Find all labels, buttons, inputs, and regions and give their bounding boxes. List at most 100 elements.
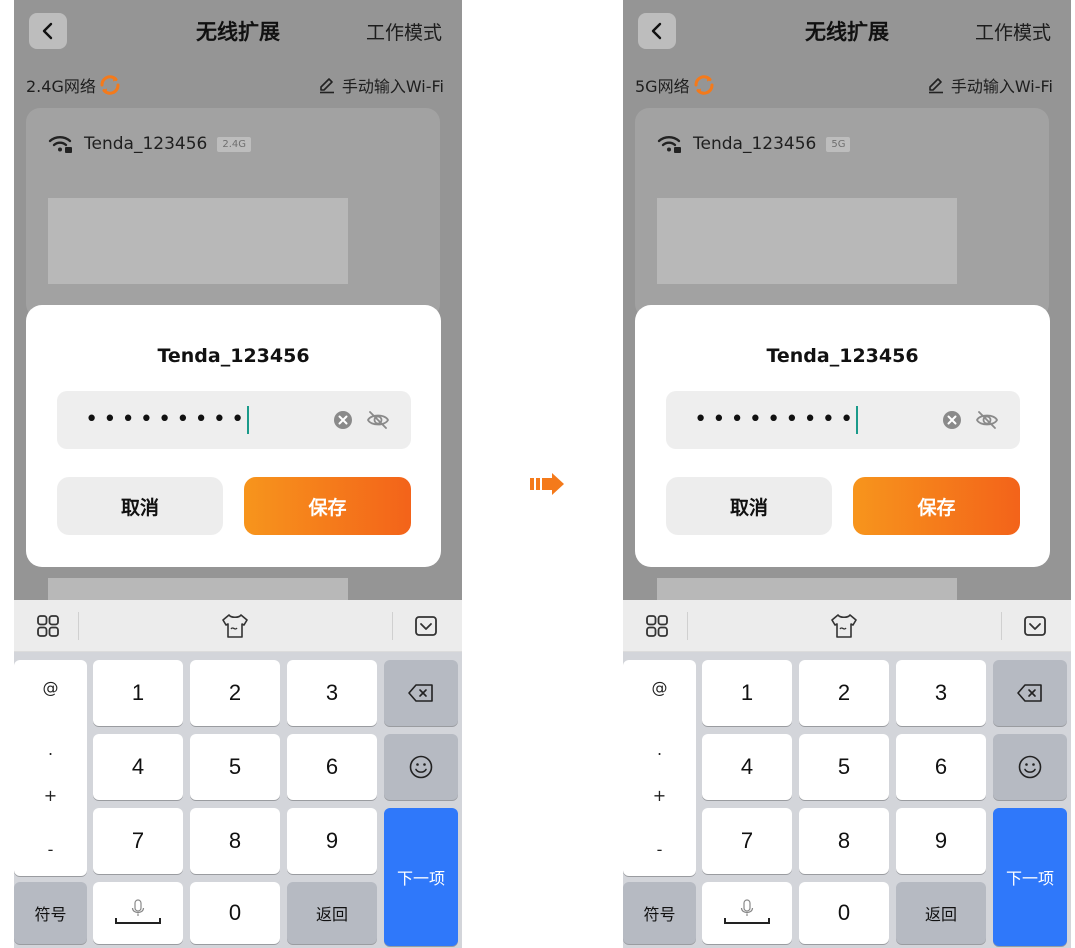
save-button[interactable]: 保存: [853, 477, 1020, 535]
key-3[interactable]: 3: [287, 660, 377, 726]
symbol-key-minus[interactable]: -: [623, 840, 696, 859]
symbol-column[interactable]: @ . + -: [14, 660, 87, 876]
password-input[interactable]: •••••••••: [57, 391, 411, 449]
symbol-key-at[interactable]: @: [623, 678, 696, 697]
password-dialog: Tenda_123456 ••••••••• 取消 保存: [26, 305, 441, 567]
clear-icon[interactable]: [941, 409, 963, 431]
key-5[interactable]: 5: [799, 734, 889, 800]
text-caret: [856, 406, 859, 434]
save-button[interactable]: 保存: [244, 477, 411, 535]
eye-off-icon[interactable]: [974, 407, 1000, 433]
eye-off-icon[interactable]: [365, 407, 391, 433]
placeholder-block: [48, 198, 348, 284]
band-switch[interactable]: 2.4G网络: [26, 72, 122, 98]
key-2[interactable]: 2: [190, 660, 280, 726]
backspace-icon: [408, 684, 433, 702]
dialog-title: Tenda_123456: [766, 345, 919, 367]
manual-wifi-label: 手动输入Wi-Fi: [341, 77, 444, 96]
key-1[interactable]: 1: [702, 660, 792, 726]
key-7[interactable]: 7: [702, 808, 792, 874]
edit-icon: [928, 78, 943, 94]
placeholder-strip: [48, 578, 348, 600]
emoji-key[interactable]: [384, 734, 458, 800]
wifi-lock-icon: [657, 136, 681, 153]
password-value: •••••••••: [694, 406, 859, 434]
network-row[interactable]: Tenda_123456 5G: [657, 134, 851, 154]
keyboard-hide-icon[interactable]: [414, 614, 438, 638]
band-tag: 5G: [826, 136, 851, 152]
top-bar: 无线扩展 工作模式: [623, 0, 1071, 62]
work-mode-link[interactable]: 工作模式: [975, 18, 1051, 45]
clear-icon[interactable]: [332, 409, 354, 431]
symbol-column[interactable]: @ . + -: [623, 660, 696, 876]
key-0[interactable]: 0: [799, 882, 889, 944]
next-key[interactable]: 下一项: [384, 808, 458, 946]
key-3[interactable]: 3: [896, 660, 986, 726]
numeric-keyboard: @ . + - 1 2 3 4 5 6 7 8 9 下一项 符号 0 返回: [623, 652, 1071, 948]
symbol-key-at[interactable]: @: [14, 678, 87, 697]
grid-menu-icon[interactable]: [36, 614, 60, 638]
symbol-key-dot[interactable]: .: [14, 740, 87, 759]
backspace-icon: [1017, 684, 1042, 702]
manual-wifi-link[interactable]: 手动输入Wi-Fi: [927, 72, 1053, 98]
key-6[interactable]: 6: [896, 734, 986, 800]
symbol-key-plus[interactable]: +: [623, 786, 696, 805]
cancel-button[interactable]: 取消: [57, 477, 223, 535]
backspace-key[interactable]: [384, 660, 458, 726]
network-card: Tenda_123456 2.4G: [26, 108, 440, 318]
network-ssid: Tenda_123456: [693, 134, 817, 154]
symbol-key-plus[interactable]: +: [14, 786, 87, 805]
cancel-button[interactable]: 取消: [666, 477, 832, 535]
skin-shirt-icon[interactable]: [220, 612, 250, 640]
backspace-key[interactable]: [993, 660, 1067, 726]
emoji-icon: [409, 755, 433, 779]
manual-wifi-label: 手动输入Wi-Fi: [950, 77, 1053, 96]
edit-icon: [319, 78, 334, 94]
symbols-key[interactable]: 符号: [623, 882, 696, 944]
key-6[interactable]: 6: [287, 734, 377, 800]
key-5[interactable]: 5: [190, 734, 280, 800]
band-label: 5G网络: [635, 77, 690, 96]
phone-screen-5g: 无线扩展 工作模式 5G网络 手动输入Wi-Fi Tenda_123456 5G…: [623, 0, 1071, 948]
toolbar-divider: [392, 612, 393, 640]
key-9[interactable]: 9: [896, 808, 986, 874]
key-8[interactable]: 8: [190, 808, 280, 874]
key-4[interactable]: 4: [702, 734, 792, 800]
return-key[interactable]: 返回: [896, 882, 986, 944]
symbol-key-minus[interactable]: -: [14, 840, 87, 859]
keyboard-toolbar: [14, 600, 462, 652]
band-tag: 2.4G: [217, 136, 251, 152]
key-9[interactable]: 9: [287, 808, 377, 874]
network-row[interactable]: Tenda_123456 2.4G: [48, 134, 251, 154]
keyboard-hide-icon[interactable]: [1023, 614, 1047, 638]
toolbar-divider: [1001, 612, 1002, 640]
text-caret: [247, 406, 250, 434]
next-key[interactable]: 下一项: [993, 808, 1067, 946]
microphone-space-icon: [115, 899, 161, 924]
key-1[interactable]: 1: [93, 660, 183, 726]
symbols-key[interactable]: 符号: [14, 882, 87, 944]
manual-wifi-link[interactable]: 手动输入Wi-Fi: [318, 72, 444, 98]
band-switch[interactable]: 5G网络: [635, 72, 716, 98]
keyboard-toolbar: [623, 600, 1071, 652]
space-voice-key[interactable]: [93, 882, 183, 944]
key-2[interactable]: 2: [799, 660, 889, 726]
password-value: •••••••••: [85, 406, 250, 434]
network-card: Tenda_123456 5G: [635, 108, 1049, 318]
microphone-space-icon: [724, 899, 770, 924]
skin-shirt-icon[interactable]: [829, 612, 859, 640]
return-key[interactable]: 返回: [287, 882, 377, 944]
grid-menu-icon[interactable]: [645, 614, 669, 638]
network-ssid: Tenda_123456: [84, 134, 208, 154]
space-voice-key[interactable]: [702, 882, 792, 944]
top-bar: 无线扩展 工作模式: [14, 0, 462, 62]
password-input[interactable]: •••••••••: [666, 391, 1020, 449]
key-8[interactable]: 8: [799, 808, 889, 874]
work-mode-link[interactable]: 工作模式: [366, 18, 442, 45]
emoji-key[interactable]: [993, 734, 1067, 800]
key-4[interactable]: 4: [93, 734, 183, 800]
wifi-lock-icon: [48, 136, 72, 153]
symbol-key-dot[interactable]: .: [623, 740, 696, 759]
key-7[interactable]: 7: [93, 808, 183, 874]
key-0[interactable]: 0: [190, 882, 280, 944]
